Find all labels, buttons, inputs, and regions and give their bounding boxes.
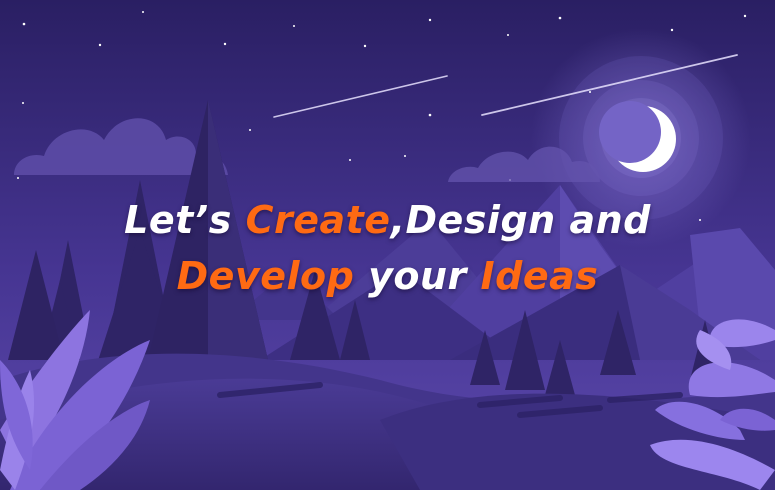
headline-accent-develop: Develop — [176, 254, 355, 298]
headline: Let’s Create,Design and Develop your Ide… — [0, 192, 775, 304]
headline-accent-ideas: Ideas — [480, 254, 599, 298]
headline-line-1: Let’s Create,Design and — [0, 192, 775, 248]
headline-accent-create: Create — [245, 198, 391, 242]
hero-banner: Let’s Create,Design and Develop your Ide… — [0, 0, 775, 490]
headline-text: Let’s — [124, 198, 246, 242]
headline-text: your — [354, 254, 481, 298]
headline-text: ,Design and — [390, 198, 651, 242]
headline-line-2: Develop your Ideas — [0, 248, 775, 304]
